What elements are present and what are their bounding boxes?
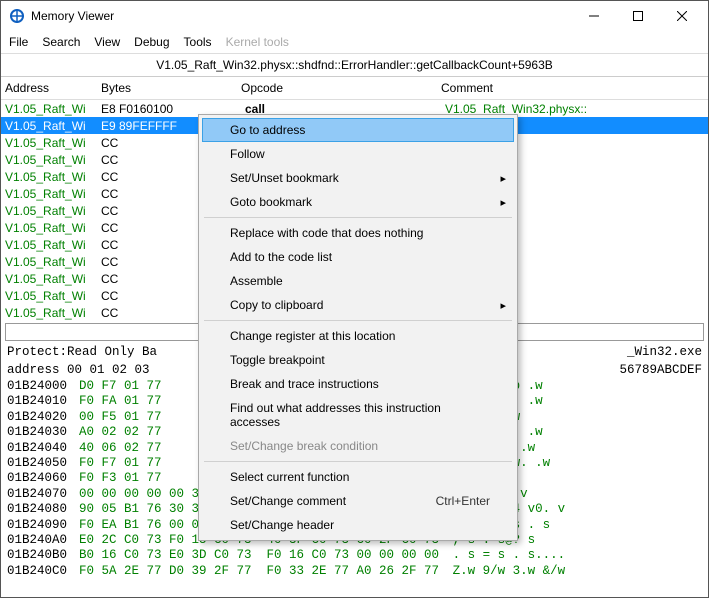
menu-item-label: Set/Unset bookmark [230, 171, 490, 185]
disasm-header: Address Bytes Opcode Comment [1, 77, 708, 100]
menu-item[interactable]: Change register at this location [202, 324, 514, 348]
addr-cell: V1.05_Raft_Wi [1, 221, 101, 235]
hex-addr: 01B24080 [7, 502, 79, 517]
hex-addr: 01B24020 [7, 410, 79, 425]
hex-addr: 01B240C0 [7, 564, 79, 579]
col-address[interactable]: Address [1, 81, 101, 95]
hex-bytes: F0 5A 2E 77 D0 39 2F 77 F0 33 2E 77 A0 2… [79, 564, 439, 579]
menu-debug[interactable]: Debug [134, 35, 169, 49]
menu-item-label: Follow [230, 147, 490, 161]
hex-addr: 01B24040 [7, 441, 79, 456]
hex-addr: 01B24030 [7, 425, 79, 440]
addr-cell: V1.05_Raft_Wi [1, 289, 101, 303]
menu-item[interactable]: Assemble [202, 269, 514, 293]
menu-item-label: Find out what addresses this instruction… [230, 401, 490, 429]
menu-tools[interactable]: Tools [184, 35, 212, 49]
hex-addr: 01B24000 [7, 379, 79, 394]
menu-item-label: Copy to clipboard [230, 298, 490, 312]
addr-cell: V1.05_Raft_Wi [1, 119, 101, 133]
menu-view[interactable]: View [94, 35, 120, 49]
hex-ascii: Z.w 9/w 3.w &/w [445, 564, 565, 579]
app-icon [9, 8, 25, 24]
menu-item-label: Go to address [230, 123, 490, 137]
menu-item[interactable]: Go to address [202, 118, 514, 142]
menu-separator [204, 320, 512, 321]
menu-item[interactable]: Set/Unset bookmark ▸ [202, 166, 514, 190]
menu-item[interactable]: Replace with code that does nothing [202, 221, 514, 245]
hex-addr: 01B24060 [7, 471, 79, 486]
col-comment[interactable]: Comment [441, 81, 708, 95]
context-menu: Go to addressFollowSet/Unset bookmark▸Go… [198, 114, 518, 541]
module-label: _Win32.exe [627, 345, 702, 359]
hex-addr: 01B24050 [7, 456, 79, 471]
menu-item[interactable]: Goto bookmark ▸ [202, 190, 514, 214]
addr-cell: V1.05_Raft_Wi [1, 306, 101, 320]
hex-addr: 01B24010 [7, 394, 79, 409]
menu-item[interactable]: Set/Change header [202, 513, 514, 537]
hex-ascii: . s = s . s.... [445, 548, 565, 563]
hex-addr: 01B24070 [7, 487, 79, 502]
menu-item[interactable]: Toggle breakpoint [202, 348, 514, 372]
addr-cell: V1.05_Raft_Wi [1, 136, 101, 150]
menu-item-label: Break and trace instructions [230, 377, 490, 391]
hex-bytes: B0 16 C0 73 E0 3D C0 73 F0 16 C0 73 00 0… [79, 548, 439, 563]
hex-colhead-right: 56789ABCDEF [619, 363, 702, 377]
menu-item-label: Add to the code list [230, 250, 490, 264]
close-button[interactable] [660, 2, 704, 30]
menu-kernel-tools[interactable]: Kernel tools [226, 35, 289, 49]
col-bytes[interactable]: Bytes [101, 81, 241, 95]
window-controls [572, 2, 704, 30]
addr-cell: V1.05_Raft_Wi [1, 170, 101, 184]
menu-item-label: Set/Change break condition [230, 439, 490, 453]
hex-addr: 01B240A0 [7, 533, 79, 548]
minimize-button[interactable] [572, 2, 616, 30]
addr-cell: V1.05_Raft_Wi [1, 204, 101, 218]
hex-addr: 01B240B0 [7, 548, 79, 563]
menu-separator [204, 217, 512, 218]
menu-item-label: Change register at this location [230, 329, 490, 343]
hex-row[interactable]: 01B240B0B0 16 C0 73 E0 3D C0 73 F0 16 C0… [1, 548, 708, 563]
hex-row[interactable]: 01B240C0F0 5A 2E 77 D0 39 2F 77 F0 33 2E… [1, 564, 708, 579]
addr-cell: V1.05_Raft_Wi [1, 187, 101, 201]
menu-item[interactable]: Copy to clipboard ▸ [202, 293, 514, 317]
menu-item[interactable]: Add to the code list [202, 245, 514, 269]
menu-item-label: Select current function [230, 470, 490, 484]
menu-item-shortcut: Ctrl+Enter [436, 494, 490, 508]
menu-item[interactable]: Find out what addresses this instruction… [202, 396, 514, 434]
menu-search[interactable]: Search [42, 35, 80, 49]
menu-item[interactable]: Set/Change commentCtrl+Enter [202, 489, 514, 513]
hex-addr: 01B24090 [7, 518, 79, 533]
menu-file[interactable]: File [9, 35, 28, 49]
menu-item-label: Replace with code that does nothing [230, 226, 490, 240]
menu-item: Set/Change break condition [202, 434, 514, 458]
col-opcode[interactable]: Opcode [241, 81, 441, 95]
menu-item-label: Toggle breakpoint [230, 353, 490, 367]
menu-item-label: Goto bookmark [230, 195, 490, 209]
window-title: Memory Viewer [31, 9, 572, 23]
addr-cell: V1.05_Raft_Wi [1, 238, 101, 252]
menu-separator [204, 461, 512, 462]
menu-item[interactable]: Select current function [202, 465, 514, 489]
chevron-right-icon: ▸ [500, 299, 506, 312]
menu-item-label: Assemble [230, 274, 490, 288]
menu-item-label: Set/Change comment [230, 494, 436, 508]
menu-item-label: Set/Change header [230, 518, 490, 532]
chevron-right-icon: ▸ [500, 172, 506, 185]
addr-cell: V1.05_Raft_Wi [1, 272, 101, 286]
addr-cell: V1.05_Raft_Wi [1, 255, 101, 269]
addr-cell: V1.05_Raft_Wi [1, 102, 101, 116]
menu-item[interactable]: Break and trace instructions [202, 372, 514, 396]
menu-bar: File Search View Debug Tools Kernel tool… [1, 31, 708, 54]
menu-item[interactable]: Follow [202, 142, 514, 166]
addr-cell: V1.05_Raft_Wi [1, 153, 101, 167]
address-bar[interactable]: V1.05_Raft_Win32.physx::shdfnd::ErrorHan… [1, 54, 708, 77]
title-bar: Memory Viewer [1, 1, 708, 31]
maximize-button[interactable] [616, 2, 660, 30]
chevron-right-icon: ▸ [500, 196, 506, 209]
